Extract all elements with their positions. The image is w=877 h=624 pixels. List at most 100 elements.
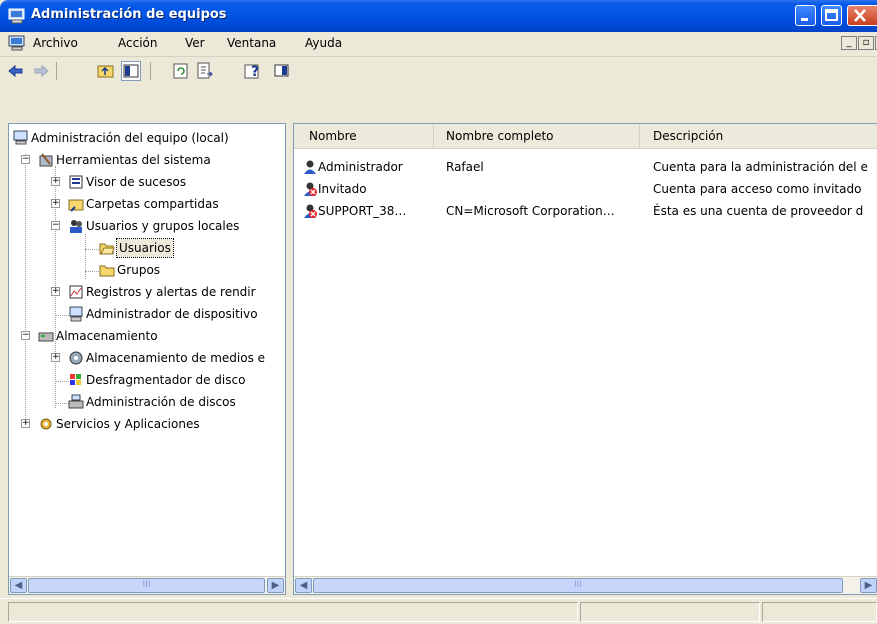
tree-line xyxy=(85,271,99,272)
tree-label: Desfragmentador de disco xyxy=(86,373,246,387)
tree-line xyxy=(55,315,69,316)
status-pane-secondary xyxy=(580,602,760,622)
device-manager-icon xyxy=(68,306,84,322)
menu-archivo[interactable]: Archivo xyxy=(33,36,78,50)
collapse-toggle[interactable]: − xyxy=(21,331,30,340)
tree-line xyxy=(85,249,99,250)
tree-label: Carpetas compartidas xyxy=(86,197,219,211)
status-pane-tertiary xyxy=(762,602,877,622)
storage-icon xyxy=(38,328,54,344)
performance-logs-icon xyxy=(68,284,84,300)
scroll-right-button[interactable]: ▶ xyxy=(860,578,877,593)
toolbar-separator xyxy=(56,62,57,80)
list-header: Nombre Nombre completo Descripción xyxy=(294,124,877,149)
menu-ventana[interactable]: Ventana xyxy=(227,36,276,50)
result-list[interactable]: Nombre Nombre completo Descripción Admin… xyxy=(293,123,877,595)
event-viewer-icon xyxy=(68,174,84,190)
user-description: Cuenta para la administración del e xyxy=(653,160,868,174)
menu-bar: Archivo Acción Ver Ventana Ayuda _ ▫ × xyxy=(0,32,877,57)
up-folder-icon[interactable] xyxy=(96,61,116,81)
folder-open-icon xyxy=(99,240,115,256)
refresh-icon[interactable] xyxy=(171,61,191,81)
export-list-icon[interactable] xyxy=(195,61,215,81)
tree-label: Administración de discos xyxy=(86,395,236,409)
tools-icon xyxy=(38,152,54,168)
forward-arrow-icon[interactable] xyxy=(31,61,51,81)
menu-ver[interactable]: Ver xyxy=(185,36,205,50)
user-description: Cuenta para acceso como invitado xyxy=(653,182,862,196)
expand-toggle[interactable]: + xyxy=(51,287,60,296)
minimize-button[interactable] xyxy=(795,5,816,26)
toolbar: ? xyxy=(0,57,877,86)
menu-accion[interactable]: Acción xyxy=(118,36,157,50)
tree-label: Servicios y Aplicaciones xyxy=(56,417,200,431)
column-header-nombre-completo[interactable]: Nombre completo xyxy=(434,124,640,148)
console-tree[interactable]: Administración del equipo (local) − Herr… xyxy=(8,123,286,595)
tree-line xyxy=(55,403,69,404)
scroll-thumb[interactable]: III xyxy=(313,578,843,593)
tree-label: Administración del equipo (local) xyxy=(31,131,229,145)
column-header-descripcion[interactable]: Descripción xyxy=(640,124,877,148)
scroll-right-button[interactable]: ▶ xyxy=(267,578,284,593)
user-name: SUPPORT_38… xyxy=(318,204,407,218)
tree-line xyxy=(85,234,86,279)
scroll-thumb[interactable]: III xyxy=(28,578,265,593)
status-bar xyxy=(0,598,877,624)
services-icon xyxy=(38,416,54,432)
expand-toggle[interactable]: + xyxy=(51,177,60,186)
expand-toggle[interactable]: + xyxy=(51,199,60,208)
back-arrow-icon[interactable] xyxy=(6,61,26,81)
computer-management-icon xyxy=(8,8,26,27)
maximize-button[interactable] xyxy=(821,5,842,26)
scroll-left-button[interactable]: ◀ xyxy=(10,578,27,593)
tree-label: Grupos xyxy=(117,263,161,277)
disk-management-icon xyxy=(68,394,84,410)
mdi-window-icon[interactable] xyxy=(8,35,26,54)
tree-label: Usuarios y grupos locales xyxy=(86,219,240,233)
tree-label: Herramientas del sistema xyxy=(56,153,211,167)
tree-label: Almacenamiento xyxy=(56,329,158,343)
window-title: Administración de equipos xyxy=(31,7,227,22)
list-item[interactable]: Administrador Rafael Cuenta para la admi… xyxy=(294,158,877,176)
tree-label: Registros y alertas de rendir xyxy=(86,285,256,299)
column-header-nombre[interactable]: Nombre xyxy=(294,124,434,148)
svg-text:?: ? xyxy=(251,64,259,80)
tree-horizontal-scrollbar[interactable]: ◀ III ▶ xyxy=(9,576,285,594)
computer-icon xyxy=(13,130,29,146)
mdi-minimize-button[interactable]: _ xyxy=(841,36,857,50)
disabled-user-icon xyxy=(302,181,318,202)
list-item[interactable]: SUPPORT_38… CN=Microsoft Corporation… És… xyxy=(294,202,877,220)
user-full-name: CN=Microsoft Corporation… xyxy=(446,204,615,218)
tree-label: Almacenamiento de medios e xyxy=(86,351,266,365)
tree-label: Visor de sucesos xyxy=(86,175,187,189)
scroll-left-button[interactable]: ◀ xyxy=(295,578,312,593)
user-icon xyxy=(302,159,318,180)
defrag-icon xyxy=(68,372,84,388)
show-hide-tree-icon[interactable] xyxy=(121,61,141,81)
user-description: Ésta es una cuenta de proveedor d xyxy=(653,204,864,218)
folder-icon xyxy=(99,262,115,278)
window: Administración de equipos Archivo Acción… xyxy=(0,0,877,624)
expand-toggle[interactable]: + xyxy=(51,353,60,362)
mdi-restore-button[interactable]: ▫ xyxy=(858,36,874,50)
title-bar[interactable]: Administración de equipos xyxy=(0,0,877,32)
user-name: Administrador xyxy=(318,160,403,174)
toolbar-separator xyxy=(150,62,151,80)
status-pane-main xyxy=(8,602,578,622)
collapse-toggle[interactable]: − xyxy=(21,155,30,164)
disabled-user-icon xyxy=(302,203,318,224)
tree-line xyxy=(55,381,69,382)
properties-icon[interactable] xyxy=(272,61,292,81)
user-full-name: Rafael xyxy=(446,160,484,174)
close-button[interactable] xyxy=(847,5,877,26)
tree-label-selected: Usuarios xyxy=(116,238,174,258)
list-item[interactable]: Invitado Cuenta para acceso como invitad… xyxy=(294,180,877,198)
list-horizontal-scrollbar[interactable]: ◀ III ▶ xyxy=(294,576,877,594)
users-groups-icon xyxy=(68,218,84,234)
menu-ayuda[interactable]: Ayuda xyxy=(305,36,342,50)
help-icon[interactable]: ? xyxy=(243,61,263,81)
expand-toggle[interactable]: + xyxy=(21,419,30,428)
tree-line xyxy=(55,356,56,408)
tree-line xyxy=(25,154,26,424)
collapse-toggle[interactable]: − xyxy=(51,221,60,230)
